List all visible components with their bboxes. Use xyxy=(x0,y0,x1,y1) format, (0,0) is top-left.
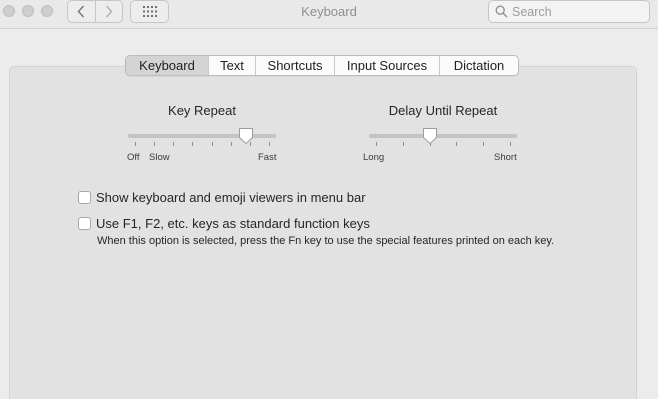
show-viewers-label[interactable]: Show keyboard and emoji viewers in menu … xyxy=(96,190,366,205)
key-repeat-tick xyxy=(154,142,156,146)
function-keys-label[interactable]: Use F1, F2, etc. keys as standard functi… xyxy=(96,216,370,231)
key-repeat-tick xyxy=(211,142,213,146)
delay-until-repeat-tick xyxy=(483,142,485,146)
content-panel xyxy=(9,66,637,399)
grid-icon xyxy=(142,6,157,17)
key-repeat-tick xyxy=(135,142,136,146)
tab-text[interactable]: Text xyxy=(208,56,255,75)
key-repeat-label-off: Off xyxy=(127,152,140,163)
key-repeat-tick xyxy=(269,142,270,146)
delay-until-repeat-tick xyxy=(510,142,511,146)
key-repeat-label-slow: Slow xyxy=(149,152,170,163)
title-bar: Keyboard xyxy=(0,0,658,29)
key-repeat-tick xyxy=(192,142,194,146)
key-repeat-title: Key Repeat xyxy=(168,103,236,118)
chevron-right-icon xyxy=(105,5,113,18)
function-keys-help-text: When this option is selected, press the … xyxy=(97,235,555,247)
search-field[interactable] xyxy=(488,0,650,23)
key-repeat-slider-thumb[interactable] xyxy=(238,127,254,145)
forward-button[interactable] xyxy=(94,1,123,22)
navigation-buttons xyxy=(67,0,123,23)
delay-until-repeat-slider-track[interactable] xyxy=(369,134,517,138)
delay-until-repeat-tick xyxy=(456,142,458,146)
show-viewers-option[interactable]: Show keyboard and emoji viewers in menu … xyxy=(78,190,366,205)
tab-bar: Keyboard Text Shortcuts Input Sources Di… xyxy=(125,55,519,76)
delay-until-repeat-slider-thumb[interactable] xyxy=(422,127,438,145)
tab-input-sources[interactable]: Input Sources xyxy=(334,56,439,75)
search-input[interactable] xyxy=(512,4,642,19)
key-repeat-tick xyxy=(173,142,175,146)
function-keys-checkbox[interactable] xyxy=(78,217,91,230)
tab-keyboard[interactable]: Keyboard xyxy=(126,56,208,75)
tab-shortcuts[interactable]: Shortcuts xyxy=(255,56,334,75)
delay-until-repeat-tick xyxy=(402,142,404,146)
zoom-window-button[interactable] xyxy=(41,5,53,17)
key-repeat-label-fast: Fast xyxy=(258,152,277,163)
keyboard-preferences-window: Keyboard Keyboard Text Shortcuts Input S… xyxy=(0,0,658,399)
delay-until-repeat-title: Delay Until Repeat xyxy=(388,103,498,118)
minimize-window-button[interactable] xyxy=(22,5,34,17)
function-keys-option[interactable]: Use F1, F2, etc. keys as standard functi… xyxy=(78,216,370,231)
tab-dictation[interactable]: Dictation xyxy=(439,56,518,75)
back-button[interactable] xyxy=(68,1,95,22)
delay-label-short: Short xyxy=(494,152,517,163)
search-icon xyxy=(495,5,508,18)
close-window-button[interactable] xyxy=(3,5,15,17)
show-all-preferences-button[interactable] xyxy=(130,0,169,23)
delay-until-repeat-tick xyxy=(376,142,377,146)
chevron-left-icon xyxy=(77,5,85,18)
key-repeat-tick xyxy=(230,142,232,146)
show-viewers-checkbox[interactable] xyxy=(78,191,91,204)
delay-label-long: Long xyxy=(363,152,385,163)
